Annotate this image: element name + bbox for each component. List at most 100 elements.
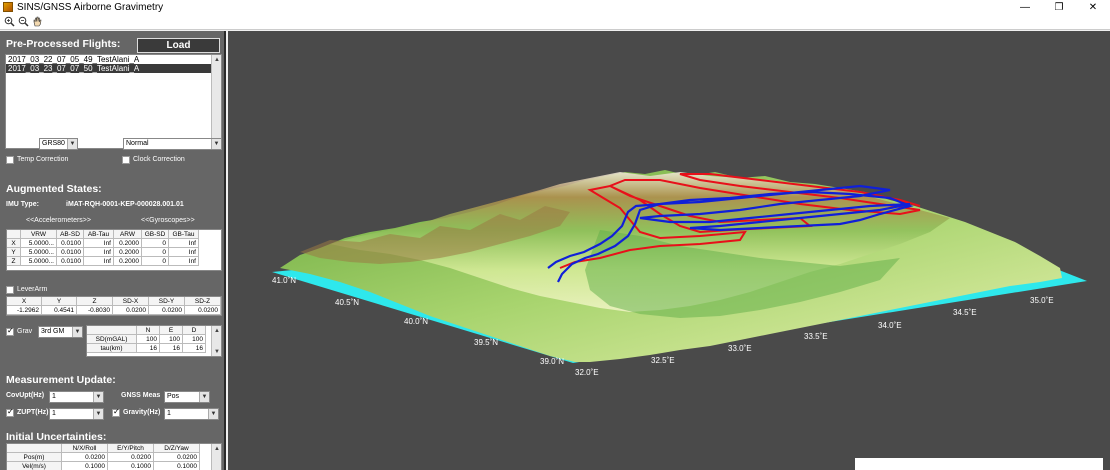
gmodel-value: Normal — [126, 140, 149, 147]
table-row[interactable]: tau(km) 16 16 16 — [87, 344, 221, 353]
clock-correction-checkbox[interactable] — [122, 156, 130, 164]
table-cell[interactable]: 5.0000... — [21, 248, 57, 257]
lat-tick-label: 40.5˚N — [335, 298, 359, 307]
table-row[interactable]: Y 5.0000... 0.0100 Inf 0.2000 0 Inf — [7, 248, 221, 257]
table-cell[interactable]: 0.0200 — [108, 453, 154, 462]
uncertainties-table[interactable]: N/X/Roll E/Y/Pitch D/Z/Yaw Pos(m) 0.0200… — [6, 443, 222, 470]
table-cell[interactable]: 0.2000 — [114, 248, 142, 257]
lon-tick-label: 34.5˚E — [953, 308, 977, 317]
table-header-cell: AB-Tau — [84, 230, 114, 239]
pan-icon[interactable] — [31, 16, 43, 28]
covupt-select[interactable]: 1 ▼ — [49, 391, 104, 403]
control-panel: Pre-Processed Flights: Load 2017_03_22_0… — [0, 31, 226, 470]
terrain-3d-figure[interactable]: 41.0˚N 40.5˚N 40.0˚N 39.5˚N 39.0˚N 32.0˚… — [228, 31, 1110, 470]
table-cell[interactable]: 0.1000 — [108, 462, 154, 470]
table-cell: X — [7, 239, 21, 248]
table-cell[interactable]: 0.1000 — [154, 462, 200, 470]
table-cell[interactable]: 0 — [142, 257, 169, 266]
gravity-select[interactable]: 1 ▼ — [164, 408, 219, 420]
chevron-down-icon[interactable]: ▼ — [93, 409, 103, 419]
table-cell[interactable]: Inf — [169, 248, 199, 257]
table-cell[interactable]: -0.8030 — [77, 306, 113, 315]
table-row[interactable]: Vel(m/s) 0.1000 0.1000 0.1000 — [7, 462, 221, 470]
list-item-selected[interactable]: 2017_03_23_07_07_50_TestAlani_A — [6, 64, 211, 73]
zoom-in-icon[interactable] — [3, 16, 15, 28]
scroll-up-icon[interactable]: ▲ — [212, 326, 222, 335]
ellipsoid-select[interactable]: GRS80 ▼ — [39, 138, 78, 150]
table-cell[interactable]: 100 — [137, 335, 160, 344]
temp-correction-checkbox[interactable] — [6, 156, 14, 164]
leverarm-table[interactable]: X Y Z SD-X SD-Y SD-Z -1.2962 0.4541 -0.8… — [6, 296, 222, 316]
table-cell[interactable]: 0.0200 — [62, 453, 108, 462]
lat-tick-label: 40.0˚N — [404, 317, 428, 326]
chevron-down-icon[interactable]: ▼ — [67, 139, 77, 149]
flights-scrollbar[interactable]: ▲ ▼ — [211, 55, 221, 148]
table-cell[interactable]: 5.0000... — [21, 257, 57, 266]
table-cell[interactable]: Inf — [84, 239, 114, 248]
grav-table[interactable]: N E D SD(mGAL) 100 100 100 tau(km) 16 16… — [86, 325, 222, 357]
table-cell[interactable]: 0.0100 — [57, 257, 84, 266]
table-cell[interactable]: 0.2000 — [114, 239, 142, 248]
table-header-cell: N — [137, 326, 160, 335]
load-button[interactable]: Load — [137, 38, 220, 53]
gmodel-select[interactable]: Normal ▼ — [123, 138, 222, 150]
scroll-up-icon[interactable]: ▲ — [212, 444, 222, 453]
table-cell[interactable]: 0.2000 — [114, 257, 142, 266]
table-cell[interactable]: 0.0200 — [185, 306, 221, 315]
table-cell[interactable]: 0.0100 — [57, 239, 84, 248]
table-row[interactable]: Pos(m) 0.0200 0.0200 0.0200 — [7, 453, 221, 462]
table-row[interactable]: Z 5.0000... 0.0100 Inf 0.2000 0 Inf — [7, 257, 221, 266]
table-cell[interactable]: 0.0200 — [154, 453, 200, 462]
leverarm-checkbox[interactable] — [6, 286, 14, 294]
measurement-title: Measurement Update: — [6, 374, 116, 386]
augmented-states-table[interactable]: VRW AB-SD AB-Tau ARW GB-SD GB-Tau X 5.00… — [6, 229, 222, 271]
table-cell[interactable]: Inf — [84, 257, 114, 266]
covupt-label: CovUpt(Hz) — [6, 392, 45, 399]
table-cell[interactable]: Inf — [169, 239, 199, 248]
table-cell[interactable]: 0 — [142, 239, 169, 248]
table-cell[interactable]: -1.2962 — [7, 306, 42, 315]
table-row[interactable]: -1.2962 0.4541 -0.8030 0.0200 0.0200 0.0… — [7, 306, 221, 315]
table-cell[interactable]: 0.4541 — [42, 306, 77, 315]
zupt-select[interactable]: 1 ▼ — [49, 408, 104, 420]
table-cell[interactable]: 100 — [160, 335, 183, 344]
maximize-button[interactable]: ❐ — [1042, 0, 1076, 14]
table-cell[interactable]: 100 — [183, 335, 206, 344]
list-item[interactable]: 2017_03_22_07_05_49_TestAlani_A — [6, 55, 221, 64]
terrain-plot[interactable]: 41.0˚N 40.5˚N 40.0˚N 39.5˚N 39.0˚N 32.0˚… — [228, 31, 1110, 470]
table-cell[interactable]: 0 — [142, 248, 169, 257]
flights-list[interactable]: 2017_03_22_07_05_49_TestAlani_A 2017_03_… — [5, 54, 222, 149]
table-cell[interactable]: Inf — [169, 257, 199, 266]
table-cell[interactable]: 0.1000 — [62, 462, 108, 470]
table-cell[interactable]: 16 — [137, 344, 160, 353]
grav-model-select[interactable]: 3rd GM ▼ — [38, 326, 83, 338]
table-row[interactable]: SD(mGAL) 100 100 100 — [87, 335, 221, 344]
table-cell[interactable]: Inf — [84, 248, 114, 257]
chevron-down-icon[interactable]: ▼ — [93, 392, 103, 402]
zoom-out-icon[interactable] — [17, 16, 29, 28]
gnss-meas-select[interactable]: Pos ▼ — [164, 391, 210, 403]
table-cell[interactable]: 0.0100 — [57, 248, 84, 257]
table-cell[interactable]: 16 — [160, 344, 183, 353]
scroll-down-icon[interactable]: ▼ — [212, 347, 222, 356]
table-cell[interactable]: 5.0000... — [21, 239, 57, 248]
table-header-row: N/X/Roll E/Y/Pitch D/Z/Yaw — [7, 444, 221, 453]
minimize-button[interactable]: — — [1008, 0, 1042, 14]
table-cell[interactable]: 0.0200 — [113, 306, 149, 315]
close-button[interactable]: ✕ — [1076, 0, 1110, 14]
grav-scrollbar[interactable]: ▲ ▼ — [211, 326, 221, 356]
uncertainties-scrollbar[interactable]: ▲ — [211, 444, 221, 470]
zupt-checkbox[interactable] — [6, 407, 14, 417]
grav-checkbox[interactable] — [6, 326, 14, 336]
gravity-checkbox[interactable] — [112, 407, 120, 417]
grav-label: Grav — [17, 328, 33, 335]
chevron-down-icon[interactable]: ▼ — [199, 392, 209, 402]
table-row[interactable]: X 5.0000... 0.0100 Inf 0.2000 0 Inf — [7, 239, 221, 248]
chevron-down-icon[interactable]: ▼ — [208, 409, 218, 419]
chevron-down-icon[interactable]: ▼ — [72, 327, 82, 337]
flights-title: Pre-Processed Flights: — [6, 38, 121, 50]
table-cell[interactable]: 0.0200 — [149, 306, 185, 315]
chevron-down-icon[interactable]: ▼ — [211, 139, 221, 149]
table-cell[interactable]: 16 — [183, 344, 206, 353]
scroll-up-icon[interactable]: ▲ — [212, 55, 222, 64]
